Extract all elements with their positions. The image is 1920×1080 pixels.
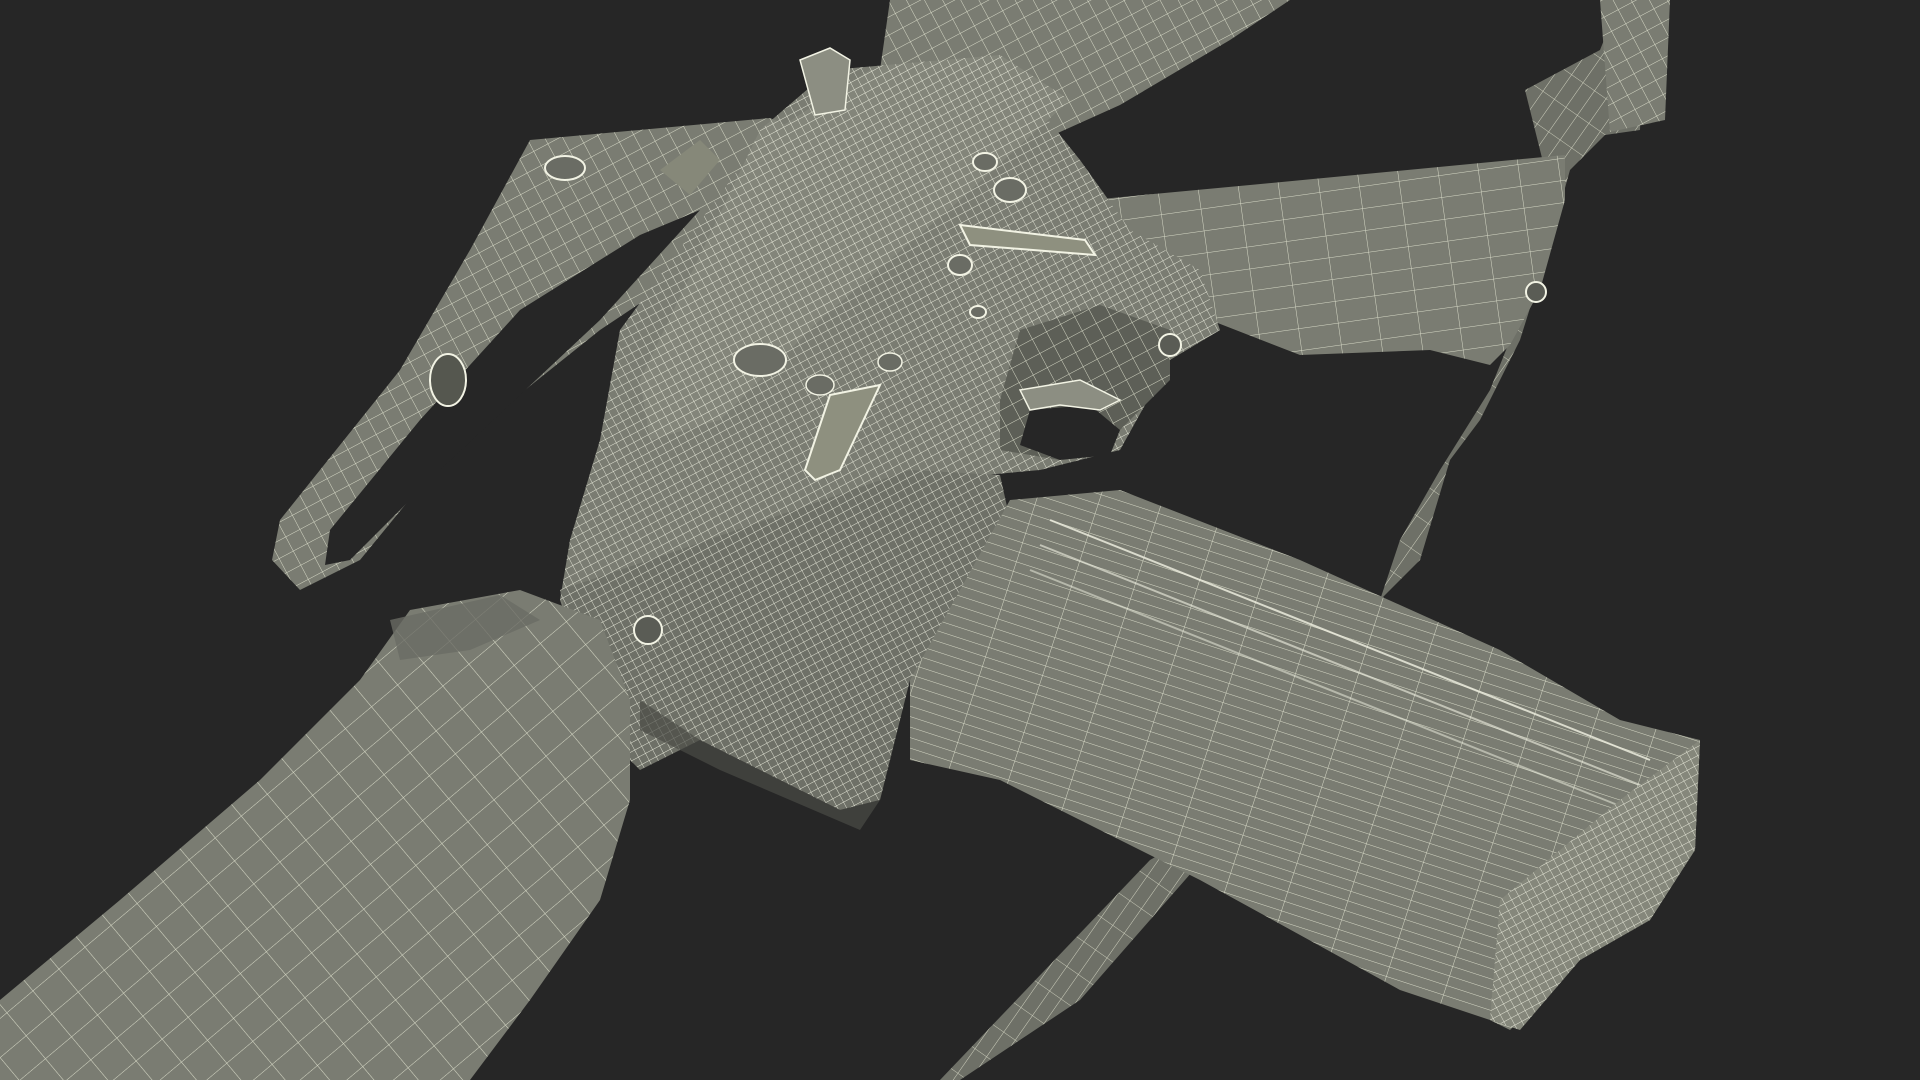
wireframe-scene [0, 0, 1920, 1080]
render-viewport [0, 0, 1920, 1080]
